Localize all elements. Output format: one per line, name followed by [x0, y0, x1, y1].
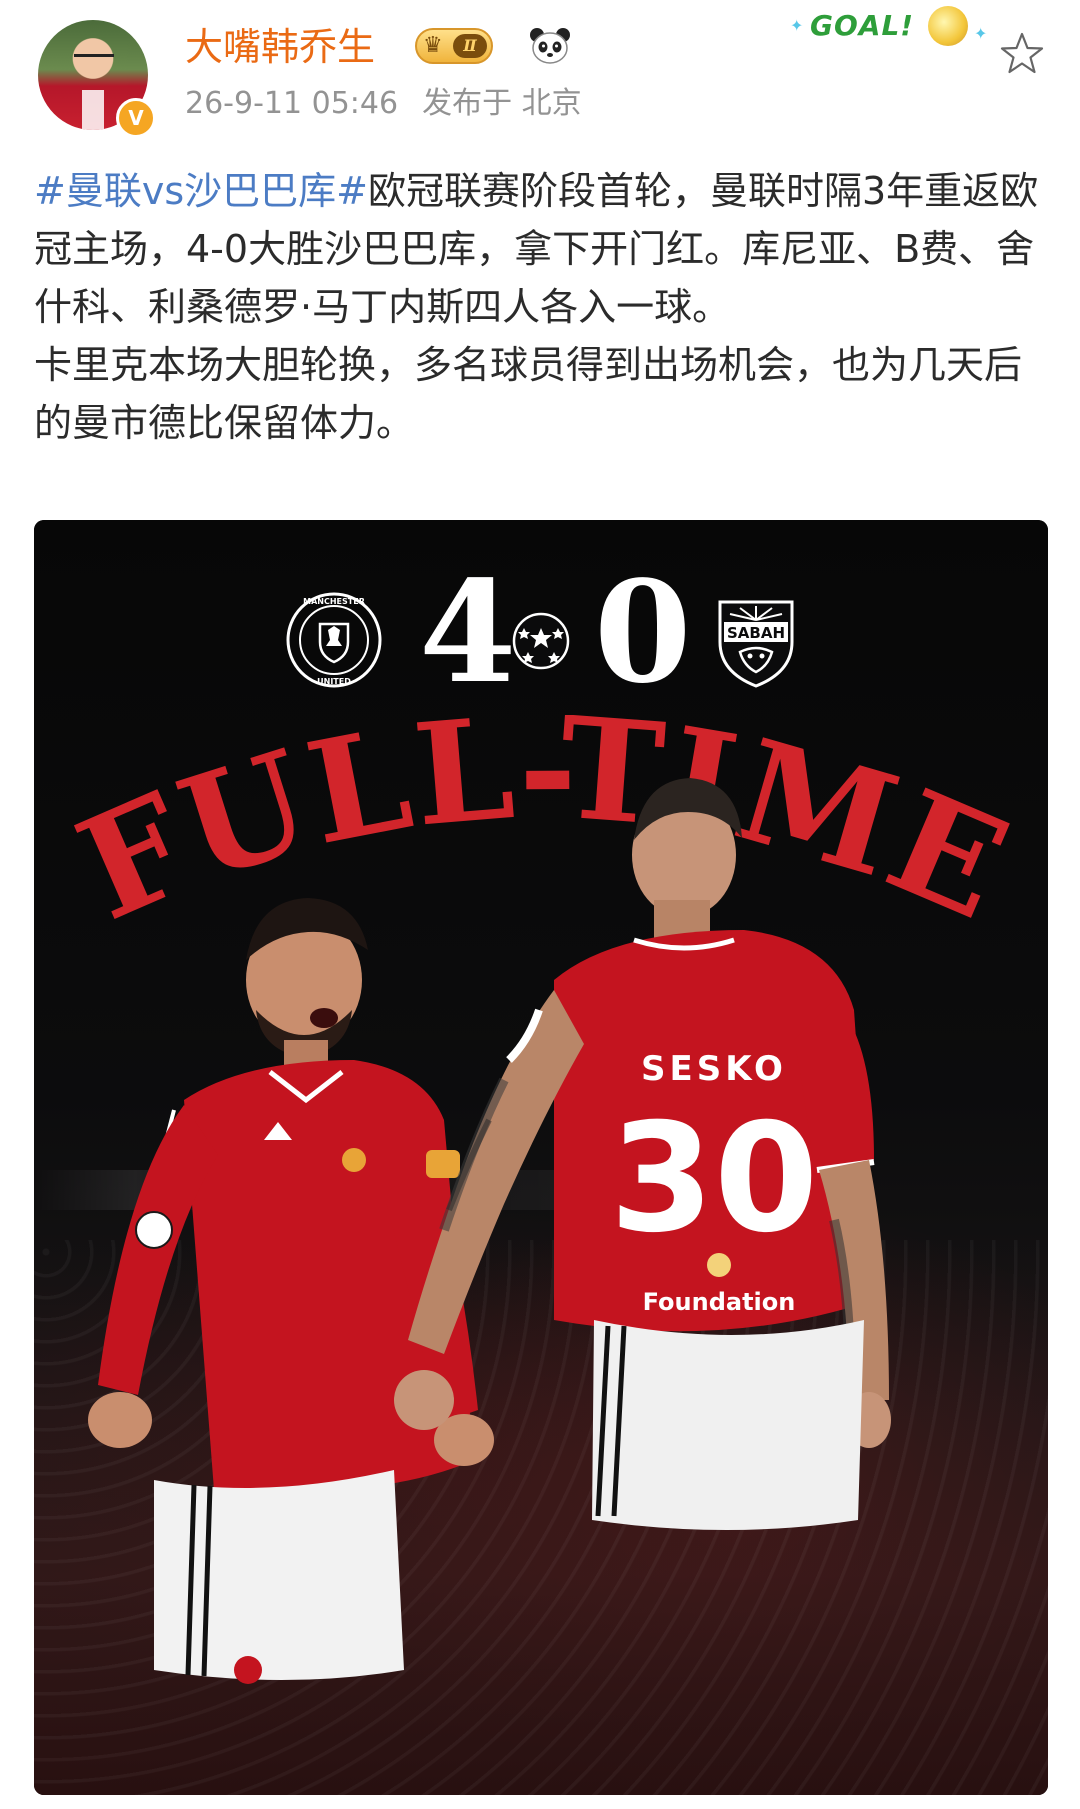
- sparkle-icon: ✦: [790, 16, 804, 35]
- member-level: Ⅱ: [453, 34, 487, 58]
- post-image[interactable]: MANCHESTER UNITED 4 0 SABAH FULL-T ME SE…: [34, 520, 1048, 1795]
- player-name: SESKO: [641, 1049, 787, 1089]
- post-location: 发布于 北京: [422, 86, 582, 121]
- post-time: 26-9-11 05:46: [185, 86, 399, 121]
- crown-icon: ♛: [423, 33, 443, 58]
- players-illustration: SESKO 30 Foundation: [88, 778, 891, 1684]
- sticker-ball-icon: [928, 6, 968, 46]
- goal-sticker-text: GOAL!: [810, 9, 915, 42]
- sparkle-icon: ✦: [974, 24, 988, 43]
- post-paragraph-1: #曼联vs沙巴巴库#欧冠联赛阶段首轮，曼联时隔3年重返欧冠主场，4-0大胜沙巴巴…: [34, 162, 1050, 336]
- avatar-shirt: [82, 90, 104, 130]
- post-paragraph-2: 卡里克本场大胆轮换，多名球员得到出场机会，也为几天后的曼市德比保留体力。: [34, 343, 1023, 445]
- sponsor-text: Foundation: [643, 1288, 796, 1316]
- verified-badge-icon: V: [116, 98, 156, 138]
- panda-icon: [530, 28, 570, 64]
- member-level-badge[interactable]: ♛ Ⅱ: [415, 28, 493, 64]
- star-icon[interactable]: [998, 30, 1046, 78]
- avatar-glasses: [74, 54, 114, 66]
- post-content: #曼联vs沙巴巴库#欧冠联赛阶段首轮，曼联时隔3年重返欧冠主场，4-0大胜沙巴巴…: [34, 162, 1050, 452]
- goal-sticker: ✦ GOAL! ✦: [790, 4, 990, 50]
- post-header: V 大嘴韩乔生 ♛ Ⅱ 26-9-11 05:46 发布于 北京 ✦ GOAL! …: [0, 0, 1080, 150]
- player-number: 30: [610, 1092, 819, 1266]
- hashtag-link[interactable]: #曼联vs沙巴巴库#: [34, 169, 368, 213]
- post-meta: 26-9-11 05:46 发布于 北京: [185, 84, 606, 124]
- author-name[interactable]: 大嘴韩乔生: [185, 22, 375, 72]
